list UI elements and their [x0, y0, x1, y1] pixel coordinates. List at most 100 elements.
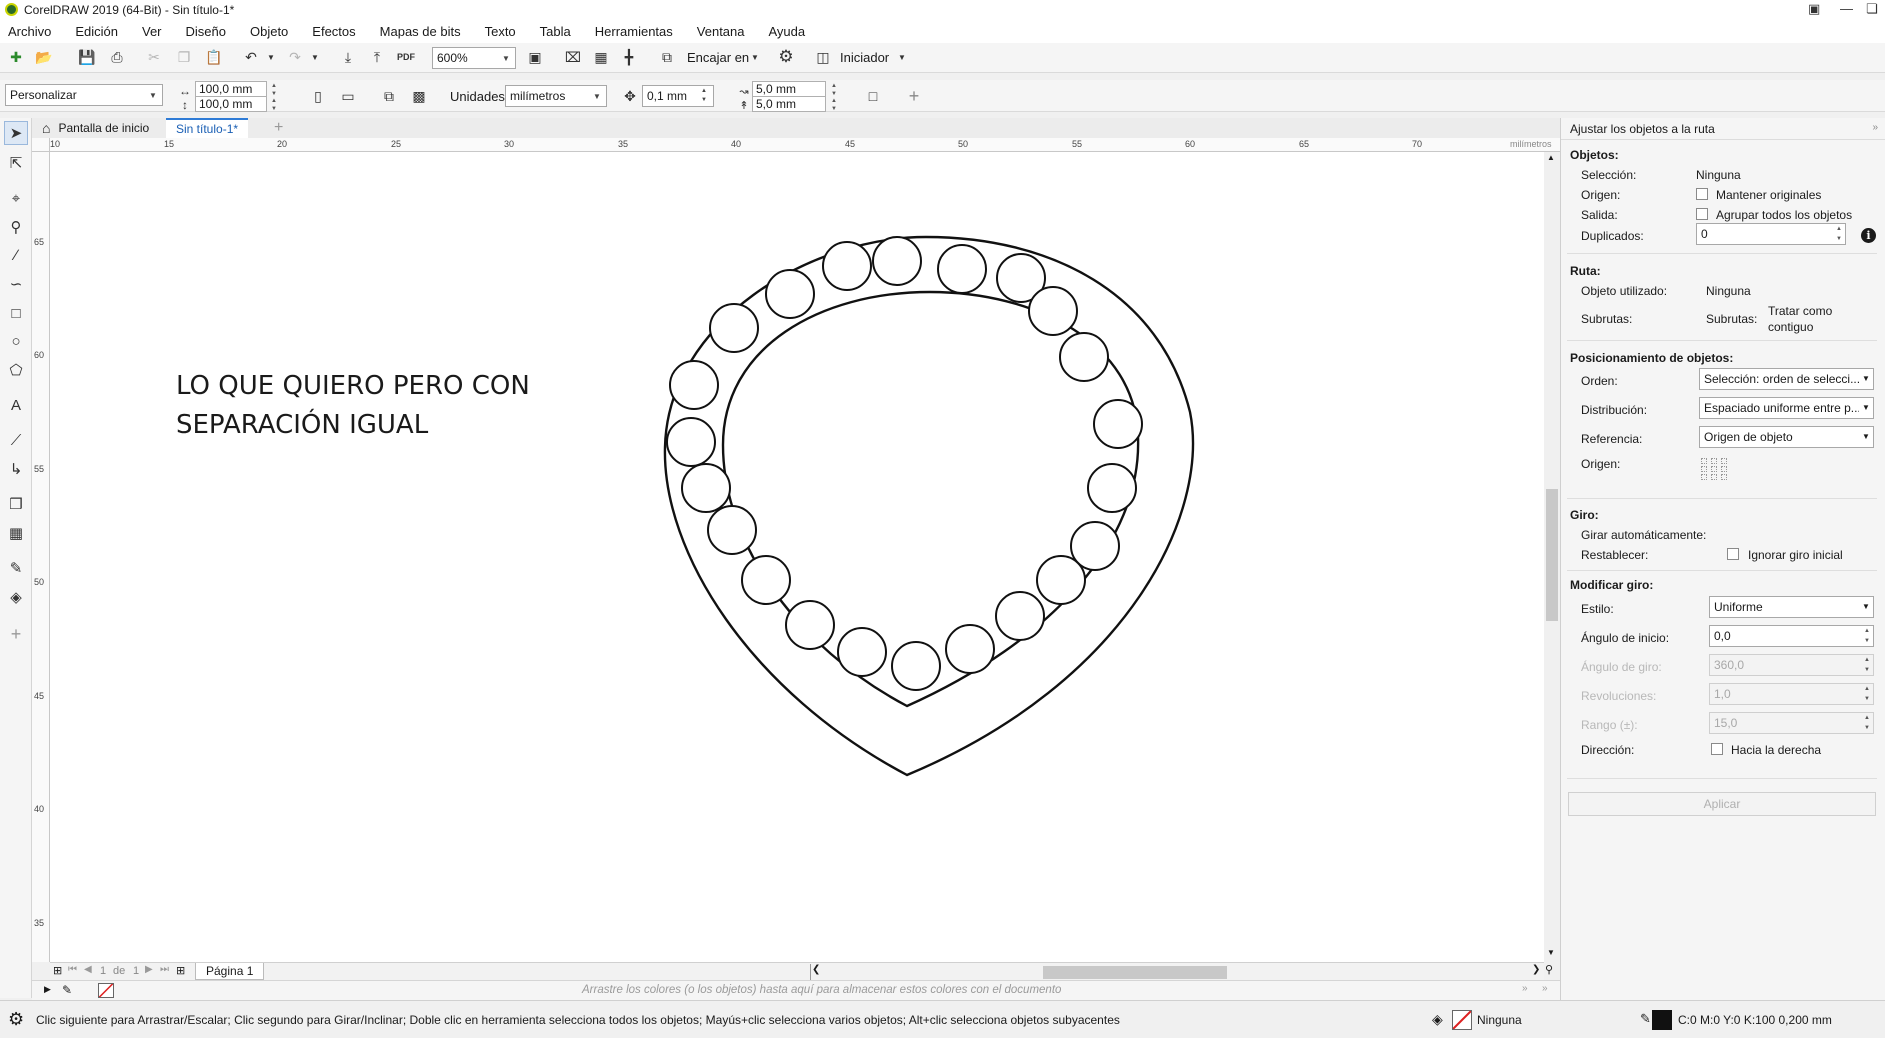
chevron-down-icon[interactable]: ▼ — [891, 46, 913, 68]
menu-texto[interactable]: Texto — [485, 24, 516, 39]
ellipse-tool-icon[interactable]: ○ — [4, 329, 28, 353]
spin-icon[interactable]: ▲ ▼ — [268, 97, 280, 113]
bead-circle[interactable] — [765, 269, 815, 319]
color-eyedropper-icon[interactable]: ✎ — [4, 556, 28, 580]
bead-circle[interactable] — [669, 360, 719, 410]
ignorar-giro-checkbox[interactable] — [1727, 548, 1739, 560]
undo-icon[interactable]: ↶ — [240, 46, 262, 68]
zoom-tool-icon[interactable]: ⚲ — [4, 215, 28, 239]
scroll-left-icon[interactable]: ❮ — [812, 964, 820, 975]
import-icon[interactable]: ⤓ — [337, 46, 359, 68]
bead-circle[interactable] — [1093, 399, 1143, 449]
freehand-tool-icon[interactable]: ∕ — [4, 243, 28, 267]
horizontal-scroll-thumb[interactable] — [1043, 966, 1227, 979]
paste-icon[interactable]: 📋 — [203, 46, 225, 68]
menu-herramientas[interactable]: Herramientas — [595, 24, 673, 39]
snap-to-label[interactable]: Encajar en — [687, 50, 749, 65]
menu-objeto[interactable]: Objeto — [250, 24, 288, 39]
orden-dropdown[interactable]: Selección: orden de selecci... ▼ — [1699, 368, 1874, 390]
all-pages-icon[interactable]: ⧉ — [378, 85, 400, 107]
spin-icon[interactable]: ▲ ▼ — [268, 82, 280, 98]
bead-circle[interactable] — [945, 624, 995, 674]
bead-circle[interactable] — [891, 641, 941, 691]
tab-document[interactable]: Sin título-1* — [166, 118, 249, 138]
launcher-icon[interactable]: ◫ — [812, 46, 834, 68]
ruler-origin[interactable] — [32, 138, 50, 152]
treat-as-filled-icon[interactable]: □ — [862, 85, 884, 107]
vertical-ruler[interactable]: 65 60 55 50 45 40 35 — [32, 152, 50, 962]
scroll-down-icon[interactable]: ▼ — [1547, 948, 1555, 957]
hacia-derecha-checkbox[interactable] — [1711, 743, 1723, 755]
chevron-down-icon[interactable]: ▼ — [744, 46, 766, 68]
parallel-dimension-icon[interactable]: ⟋ — [4, 428, 28, 452]
bead-circle[interactable] — [872, 236, 922, 286]
spin-icon[interactable]: ▲ ▼ — [1833, 224, 1845, 244]
referencia-dropdown[interactable]: Origen de objeto ▼ — [1699, 426, 1874, 448]
bead-circle[interactable] — [1036, 555, 1086, 605]
bead-circle[interactable] — [1028, 286, 1078, 336]
ignorar-giro-label[interactable]: Ignorar giro inicial — [1748, 548, 1843, 562]
shape-tool-icon[interactable]: ⇱ — [4, 151, 28, 175]
show-guides-icon[interactable]: ╋ — [618, 46, 640, 68]
zoom-combo[interactable]: 600% ▼ — [432, 47, 516, 69]
bead-circle[interactable] — [822, 241, 872, 291]
eyedropper-icon[interactable]: ✎ — [62, 983, 72, 997]
docker-collapse-icon[interactable]: » — [1872, 122, 1878, 133]
bead-circle[interactable] — [709, 303, 759, 353]
fill-none-swatch[interactable] — [1452, 1010, 1472, 1030]
interactive-fill-icon[interactable]: ◈ — [4, 585, 28, 609]
menu-diseno[interactable]: Diseño — [186, 24, 226, 39]
horizontal-ruler[interactable]: 10 15 20 25 30 35 40 45 50 55 60 65 70 m… — [50, 138, 1560, 152]
duplicados-input[interactable]: 0 ▲ ▼ — [1696, 223, 1846, 245]
text-tool-icon[interactable]: A — [4, 393, 28, 417]
palette-menu-icon[interactable]: ▶ — [44, 984, 51, 995]
info-icon[interactable]: i — [1861, 228, 1876, 243]
polygon-tool-icon[interactable]: ⬠ — [4, 358, 28, 382]
spin-icon[interactable]: ▲ ▼ — [1861, 684, 1873, 704]
apply-button[interactable]: Aplicar — [1568, 792, 1876, 816]
spin-icon[interactable]: ▲ ▼ — [828, 97, 840, 113]
portrait-icon[interactable]: ▯ — [307, 85, 329, 107]
drawing-canvas[interactable]: LO QUE QUIERO PERO CON SEPARACIÓN IGUAL — [50, 152, 1544, 962]
rectangle-tool-icon[interactable]: □ — [4, 301, 28, 325]
new-tab-icon[interactable]: + — [264, 118, 293, 138]
minimize-button[interactable]: — — [1840, 1, 1853, 16]
open-icon[interactable]: 📂 — [33, 46, 55, 68]
distribucion-dropdown[interactable]: Espaciado uniforme entre p... ▼ — [1699, 397, 1874, 419]
bead-circle[interactable] — [741, 555, 791, 605]
add-tool-icon[interactable]: + — [4, 622, 28, 646]
transparency-icon[interactable]: ▦ — [4, 521, 28, 545]
spin-icon[interactable]: ▲ ▼ — [828, 82, 840, 98]
restore-button[interactable]: ❏ — [1866, 1, 1878, 17]
options-gear-icon[interactable]: ⚙ — [775, 46, 797, 68]
hacia-derecha-label[interactable]: Hacia la derecha — [1731, 743, 1821, 757]
angulo-inicio-input[interactable]: 0,0 ▲ ▼ — [1709, 625, 1874, 647]
add-page-before-icon[interactable]: ⊞ — [53, 964, 62, 977]
estilo-dropdown[interactable]: Uniforme ▼ — [1709, 596, 1874, 618]
redo-icon[interactable]: ↷ — [284, 46, 306, 68]
agrupar-objetos-label[interactable]: Agrupar todos los objetos — [1716, 208, 1852, 222]
snap-icon[interactable]: ⧉ — [656, 46, 678, 68]
bead-circle[interactable] — [837, 627, 887, 677]
last-page-icon[interactable]: ⏭ — [160, 964, 169, 975]
scroll-right-icon[interactable]: ❯ — [1532, 964, 1540, 975]
current-page-icon[interactable]: ▩ — [408, 85, 430, 107]
origin-point-selector[interactable] — [1701, 458, 1729, 480]
pick-tool-icon[interactable]: ➤ — [4, 121, 28, 145]
menu-tabla[interactable]: Tabla — [540, 24, 571, 39]
launcher-label[interactable]: Iniciador — [840, 50, 889, 65]
landscape-icon[interactable]: ▭ — [337, 85, 359, 107]
bead-circle[interactable] — [666, 417, 716, 467]
spin-icon[interactable]: ▲ ▼ — [1861, 713, 1873, 733]
revoluciones-input[interactable]: 1,0 ▲ ▼ — [1709, 683, 1874, 705]
page-height-input[interactable]: 100,0 mm — [195, 96, 267, 112]
full-screen-icon[interactable]: ▣ — [524, 46, 546, 68]
spin-icon[interactable]: ▲ ▼ — [1861, 626, 1873, 646]
menu-mapas-de-bits[interactable]: Mapas de bits — [380, 24, 461, 39]
angulo-giro-input[interactable]: 360,0 ▲ ▼ — [1709, 654, 1874, 676]
bead-circle[interactable] — [995, 591, 1045, 641]
palette-scroll-icon[interactable]: » — [1522, 983, 1528, 994]
menu-ver[interactable]: Ver — [142, 24, 162, 39]
page-width-input[interactable]: 100,0 mm — [195, 81, 267, 97]
mantener-originales-label[interactable]: Mantener originales — [1716, 188, 1821, 202]
